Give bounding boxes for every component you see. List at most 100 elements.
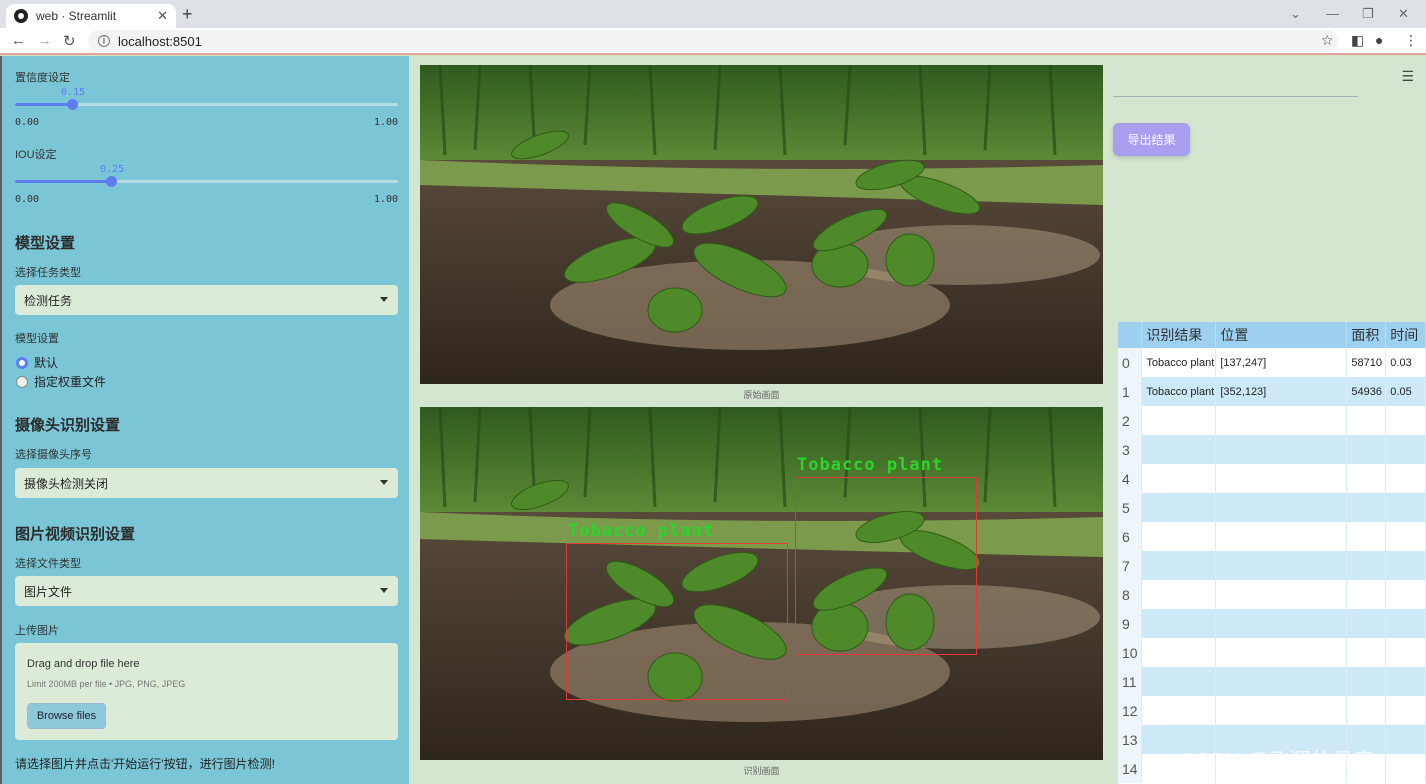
row-index: 4	[1118, 464, 1143, 493]
table-cell	[1215, 464, 1348, 493]
column-header[interactable]: 识别结果	[1141, 322, 1217, 348]
table-cell	[1215, 638, 1348, 667]
tobacco-field-photo	[420, 65, 1103, 384]
browse-files-button[interactable]: Browse files	[27, 703, 106, 729]
table-row[interactable]: 5	[1118, 493, 1426, 522]
table-cell	[1385, 435, 1426, 464]
iou-slider-thumb[interactable]	[106, 176, 117, 187]
table-cell	[1215, 609, 1348, 638]
close-window-icon[interactable]: ✕	[1398, 6, 1409, 22]
detection-label: Tobacco plant	[797, 455, 944, 475]
iou-value: 0.25	[100, 164, 125, 175]
site-info-icon[interactable]: i	[98, 35, 110, 47]
browser-tab[interactable]: web · Streamlit ✕	[6, 4, 176, 28]
iou-slider[interactable]	[15, 176, 398, 187]
close-tab-icon[interactable]: ✕	[157, 8, 168, 24]
table-cell	[1215, 580, 1348, 609]
reload-icon[interactable]: ↻	[63, 32, 76, 50]
profile-avatar-icon[interactable]: ●	[1375, 32, 1383, 48]
table-row[interactable]: 6	[1118, 522, 1426, 551]
confidence-slider-thumb[interactable]	[67, 99, 78, 110]
column-header[interactable]: 时间	[1385, 322, 1426, 348]
table-row[interactable]: 12	[1118, 696, 1426, 725]
iou-slider-fill	[15, 180, 111, 183]
table-cell: 54936	[1346, 377, 1387, 406]
table-body: 0 Tobacco plant [137,247] 58710 0.03 1 Tobacco…	[1118, 348, 1426, 783]
table-cell: 0.03	[1385, 348, 1426, 377]
table-cell	[1385, 522, 1426, 551]
table-cell	[1346, 522, 1387, 551]
table-cell	[1141, 435, 1217, 464]
chevron-down-icon	[380, 480, 388, 485]
table-row[interactable]: 11	[1118, 667, 1426, 696]
camera-index-label: 选择摄像头序号	[15, 449, 92, 461]
table-cell: [137,247]	[1215, 348, 1348, 377]
table-cell	[1346, 696, 1387, 725]
table-row[interactable]: 3	[1118, 435, 1426, 464]
table-row[interactable]: 8	[1118, 580, 1426, 609]
table-cell	[1215, 696, 1348, 725]
table-row[interactable]: 0 Tobacco plant [137,247] 58710 0.03	[1118, 348, 1426, 377]
table-cell	[1141, 522, 1217, 551]
file-uploader-dropzone[interactable]: Drag and drop file here Limit 200MB per …	[15, 643, 398, 740]
results-table-grid: 识别结果 位置 面积 时间 0 Tobacco plant [137,247] 587…	[1118, 322, 1426, 783]
table-row[interactable]: 9	[1118, 609, 1426, 638]
results-table[interactable]: 识别结果 位置 面积 时间 0 Tobacco plant [137,247] 587…	[1118, 322, 1426, 784]
model-settings-label: 模型设置	[15, 333, 59, 345]
table-row[interactable]: 1 Tobacco plant [352,123] 54936 0.05	[1118, 377, 1426, 406]
confidence-value: 0.15	[61, 87, 86, 98]
confidence-slider[interactable]	[15, 99, 398, 110]
camera-index-select[interactable]: 摄像头检测关闭	[15, 468, 398, 498]
forward-icon[interactable]: →	[37, 32, 52, 49]
row-index: 12	[1118, 696, 1143, 725]
column-header[interactable]	[1118, 322, 1143, 348]
table-cell	[1346, 464, 1387, 493]
table-cell	[1385, 638, 1426, 667]
chevron-down-icon	[380, 588, 388, 593]
radio-custom-weights[interactable]: 指定权重文件	[16, 373, 106, 390]
radio-default-label: 默认	[34, 356, 59, 370]
table-row[interactable]: 2	[1118, 406, 1426, 435]
table-cell	[1346, 493, 1387, 522]
column-header[interactable]: 位置	[1215, 322, 1348, 348]
row-index: 8	[1118, 580, 1143, 609]
hamburger-menu-icon[interactable]: ☰	[1401, 68, 1414, 85]
table-cell	[1385, 696, 1426, 725]
new-tab-icon[interactable]: +	[182, 4, 193, 25]
table-row[interactable]: 10	[1118, 638, 1426, 667]
task-type-select[interactable]: 检测任务	[15, 285, 398, 315]
table-cell: Tobacco plant	[1141, 377, 1217, 406]
row-index: 3	[1118, 435, 1143, 464]
table-cell	[1385, 754, 1426, 783]
watermark: CSDN @飞翔的佩奇	[1181, 750, 1375, 772]
column-header[interactable]: 面积	[1346, 322, 1387, 348]
detection-label: Tobacco plant	[568, 521, 715, 541]
camera-settings-heading: 摄像头识别设置	[15, 417, 121, 434]
table-row[interactable]: 4	[1118, 464, 1426, 493]
file-type-select[interactable]: 图片文件	[15, 576, 398, 606]
table-cell	[1141, 580, 1217, 609]
table-cell	[1141, 551, 1217, 580]
upload-limit-text: Limit 200MB per file • JPG, PNG, JPEG	[27, 679, 186, 689]
address-bar[interactable]: i localhost:8501	[88, 30, 1338, 52]
table-cell	[1385, 493, 1426, 522]
back-icon[interactable]: ←	[11, 32, 26, 49]
browser-toolbar: ← → ↻ i localhost:8501 ☆ ◧ ● ⋮	[0, 28, 1426, 55]
iou-label: IOU设定	[15, 149, 57, 161]
browser-menu-icon[interactable]: ⋮	[1404, 32, 1418, 49]
table-cell	[1141, 464, 1217, 493]
radio-default[interactable]: 默认	[16, 354, 58, 371]
side-panel-icon[interactable]: ◧	[1351, 32, 1364, 49]
tab-search-icon[interactable]: ⌄	[1290, 6, 1301, 22]
export-results-button[interactable]: 导出结果	[1113, 123, 1190, 156]
iou-max: 1.00	[374, 194, 399, 205]
maximize-icon[interactable]: ❐	[1362, 6, 1374, 22]
table-cell	[1346, 638, 1387, 667]
detection-box	[795, 477, 977, 655]
instruction-text: 请选择图片并点击'开始运行'按钮，进行图片检测!	[15, 757, 275, 771]
table-row[interactable]: 7	[1118, 551, 1426, 580]
row-index: 9	[1118, 609, 1143, 638]
bookmark-star-icon[interactable]: ☆	[1321, 32, 1334, 49]
iou-min: 0.00	[15, 194, 40, 205]
minimize-icon[interactable]: —	[1326, 6, 1339, 21]
